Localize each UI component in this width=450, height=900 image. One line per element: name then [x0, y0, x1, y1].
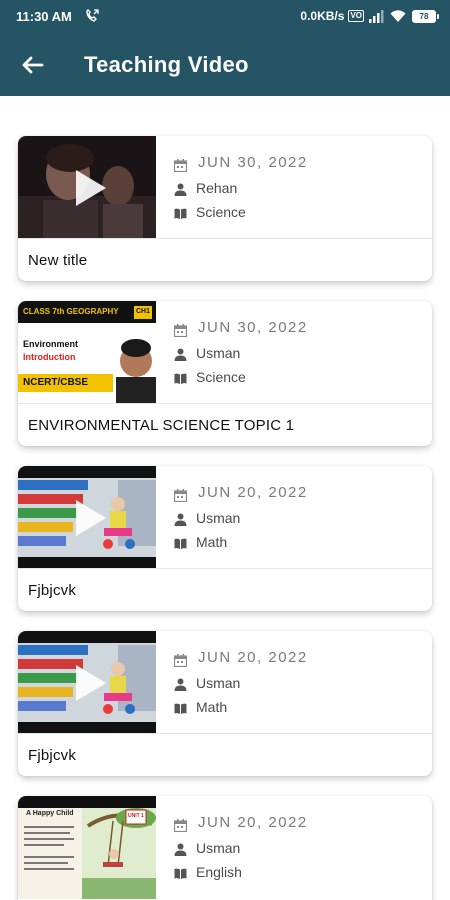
status-bar: 11:30 AM 0.0KB/s VO 78 — [0, 0, 450, 32]
video-thumbnail — [18, 136, 156, 239]
calendar-icon — [174, 819, 187, 832]
volte-badge: VO — [348, 10, 364, 22]
person-icon — [174, 513, 187, 526]
thumb-line2: Introduction — [23, 352, 76, 362]
book-icon — [174, 703, 187, 714]
page-title: Teaching Video — [84, 52, 249, 77]
video-title: New title — [28, 252, 88, 269]
video-teacher: Usman — [196, 840, 241, 856]
video-thumbnail: A Happy Child UNIT 1 — [18, 796, 156, 899]
video-date: JUN 20, 2022 — [198, 649, 308, 666]
thumb-heading: A Happy Child — [26, 810, 74, 817]
video-card[interactable]: A Happy Child UNIT 1 JUN 20, 2022 Usman — [18, 796, 432, 900]
video-thumbnail — [18, 631, 156, 734]
video-card[interactable]: JUN 20, 2022 Usman Math Fjbjcvk — [18, 466, 432, 611]
video-title: Fjbjcvk — [28, 582, 77, 599]
wifi-icon — [390, 10, 406, 22]
book-icon — [174, 208, 187, 219]
play-icon[interactable] — [68, 497, 110, 539]
video-title: Fjbjcvk — [28, 747, 77, 764]
network-speed: 0.0KB/s — [300, 9, 345, 23]
calendar-icon — [174, 159, 187, 172]
status-indicators: 0.0KB/s VO 78 — [300, 8, 439, 24]
video-teacher: Usman — [196, 345, 241, 361]
person-icon — [174, 183, 187, 196]
call-forward-icon — [86, 9, 99, 22]
card-divider — [18, 568, 432, 569]
video-thumbnail: CLASS 7th GEOGRAPHY CH1 Environment Intr… — [18, 301, 156, 404]
person-icon — [174, 843, 187, 856]
video-card[interactable]: JUN 30, 2022 Rehan Science New title — [18, 136, 432, 281]
play-icon[interactable] — [68, 662, 110, 704]
battery-icon: 78 — [412, 9, 439, 23]
card-divider — [18, 733, 432, 734]
video-subject: Math — [196, 699, 228, 715]
video-teacher: Usman — [196, 675, 241, 691]
video-date: JUN 20, 2022 — [198, 484, 308, 501]
video-subject: Science — [196, 369, 246, 385]
thumb-unit-badge: UNIT 1 — [128, 813, 144, 819]
book-icon — [174, 373, 187, 384]
video-teacher: Usman — [196, 510, 241, 526]
thumb-line1: Environment — [23, 339, 79, 349]
thumb-tag: NCERT/CBSE — [23, 377, 89, 388]
video-teacher: Rehan — [196, 180, 238, 196]
video-date: JUN 20, 2022 — [198, 814, 308, 831]
thumb-chapter-badge: CH1 — [136, 308, 151, 315]
video-date: JUN 30, 2022 — [198, 154, 308, 171]
card-divider — [18, 403, 432, 404]
video-subject: Science — [196, 204, 246, 220]
video-list[interactable]: JUN 30, 2022 Rehan Science New title CLA… — [0, 96, 450, 900]
video-date: JUN 30, 2022 — [198, 319, 308, 336]
book-icon — [174, 868, 187, 879]
person-icon — [174, 678, 187, 691]
video-subject: Math — [196, 534, 228, 550]
card-divider — [18, 238, 432, 239]
status-time: 11:30 AM — [16, 9, 72, 24]
play-icon[interactable] — [68, 167, 110, 209]
person-icon — [174, 348, 187, 361]
arrow-left-icon[interactable] — [18, 50, 48, 80]
book-icon — [174, 538, 187, 549]
video-subject: English — [196, 864, 242, 880]
video-title: ENVIRONMENTAL SCIENCE TOPIC 1 — [28, 417, 295, 434]
calendar-icon — [174, 489, 187, 502]
calendar-icon — [174, 654, 187, 667]
signal-icon — [369, 10, 384, 23]
video-card[interactable]: JUN 20, 2022 Usman Math Fjbjcvk — [18, 631, 432, 776]
app-bar: 11:30 AM 0.0KB/s VO 78 Teaching Video — [0, 0, 450, 96]
calendar-icon — [174, 324, 187, 337]
thumb-class-label: CLASS 7th GEOGRAPHY — [23, 307, 119, 316]
video-card[interactable]: CLASS 7th GEOGRAPHY CH1 Environment Intr… — [18, 301, 432, 446]
video-thumbnail — [18, 466, 156, 569]
